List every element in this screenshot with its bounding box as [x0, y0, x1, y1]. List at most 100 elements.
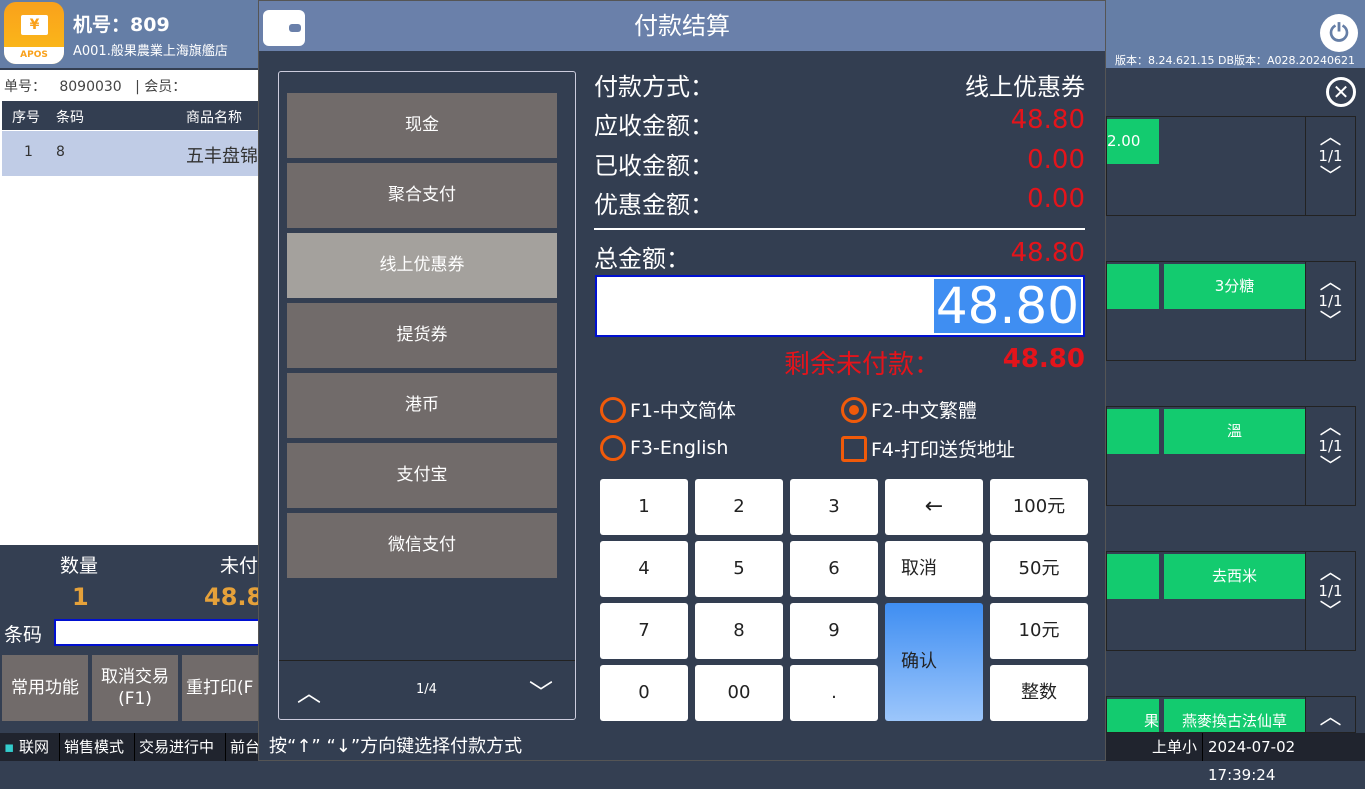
cancel-transaction-button[interactable]: 取消交易 (F1) — [92, 655, 178, 721]
barcode-input[interactable] — [54, 619, 264, 646]
option-f4-print-address[interactable]: F4-打印送货地址 — [841, 435, 1015, 462]
modifier-button[interactable]: 果 — [1107, 699, 1159, 732]
key-8[interactable]: 8 — [695, 603, 783, 659]
modifier-group: 溫 ︿ 1/1 ﹀ — [1106, 406, 1356, 506]
key-4[interactable]: 4 — [600, 541, 688, 597]
discount-label: 优惠金额： — [594, 191, 714, 219]
modifier-button[interactable]: 3分糖 — [1164, 264, 1305, 309]
key-1[interactable]: 1 — [600, 479, 688, 535]
datetime: 2024-07-02 17:39:24 — [1208, 738, 1296, 784]
method-value: 线上优惠券 — [965, 73, 1085, 101]
method-aggregate[interactable]: 聚合支付 — [287, 163, 557, 228]
total-label: 总金额： — [594, 245, 690, 273]
common-functions-button[interactable]: 常用功能 — [2, 655, 88, 721]
page-indicator: 1/1 — [1318, 147, 1343, 165]
group-pager: ︿ 1/1 ﹀ — [1305, 552, 1355, 650]
modifier-button[interactable] — [1107, 264, 1159, 309]
reprint-button[interactable]: 重打印(F — [182, 655, 268, 721]
received-label: 已收金额： — [594, 152, 714, 180]
close-icon[interactable]: ✕ — [1326, 77, 1356, 107]
chevron-down-icon[interactable]: ﹀ — [529, 673, 553, 708]
method-alipay[interactable]: 支付宝 — [287, 443, 557, 508]
key-5[interactable]: 5 — [695, 541, 783, 597]
cell-name: 五丰盘锦 — [186, 146, 258, 167]
key-0[interactable]: 0 — [600, 665, 688, 721]
option-f1-simplified[interactable]: F1-中文简体 — [600, 396, 736, 423]
modifier-group: 2.00 ︿ 1/1 ﹀ — [1106, 116, 1356, 216]
table-row[interactable]: 1 8 五丰盘锦 — [2, 131, 258, 176]
modifier-button[interactable]: 溫 — [1164, 409, 1305, 454]
key-50[interactable]: 50元 — [990, 541, 1088, 597]
order-label: 单号： — [4, 79, 46, 95]
power-icon[interactable]: ⏻ — [1320, 14, 1358, 52]
chevron-up-icon[interactable]: ︿ — [1306, 697, 1355, 730]
key-10[interactable]: 10元 — [990, 603, 1088, 659]
radio-checked-icon — [841, 396, 867, 423]
method-cash[interactable]: 现金 — [287, 93, 557, 158]
key-100[interactable]: 100元 — [990, 479, 1088, 535]
remaining-label: 剩余未付款： — [784, 350, 941, 380]
terminal-number: 机号：809 — [73, 14, 170, 36]
modifier-button[interactable] — [1107, 409, 1159, 454]
modifier-button[interactable] — [1107, 554, 1159, 599]
chevron-up-icon[interactable]: ︿ — [1306, 262, 1355, 295]
method-label: 付款方式： — [594, 73, 714, 101]
yen-icon: ¥ — [21, 15, 48, 35]
unpaid-label: 未付 — [220, 555, 259, 577]
cell-barcode: 8 — [56, 144, 65, 160]
group-pager: ︿ — [1305, 697, 1355, 732]
qty-label: 数量 — [60, 555, 99, 577]
chevron-up-icon[interactable]: ︿ — [1306, 407, 1355, 440]
modifier-group: 3分糖 ︿ 1/1 ﹀ — [1106, 261, 1356, 361]
amount-input[interactable]: 48.80 — [595, 275, 1085, 337]
key-7[interactable]: 7 — [600, 603, 688, 659]
apos-logo: ¥ APOS — [4, 2, 64, 64]
barcode-label: 条码 — [4, 624, 43, 646]
member-label: | 会员： — [135, 79, 187, 95]
key-6[interactable]: 6 — [790, 541, 878, 597]
option-f3-english[interactable]: F3-English — [600, 435, 728, 461]
chevron-up-icon[interactable]: ︿ — [1306, 552, 1355, 585]
key-dot[interactable]: . — [790, 665, 878, 721]
chevron-down-icon[interactable]: ﹀ — [1306, 600, 1355, 630]
divider — [594, 228, 1085, 230]
page-indicator: 1/1 — [1318, 582, 1343, 600]
method-voucher[interactable]: 提货券 — [287, 303, 557, 368]
chevron-up-icon[interactable]: ︿ — [297, 673, 321, 708]
confirm-button[interactable]: 确认 — [885, 603, 983, 721]
page-indicator: 1/1 — [1318, 292, 1343, 310]
option-label: F2-中文繁體 — [871, 400, 977, 422]
option-label: F4-打印送货地址 — [871, 439, 1015, 461]
table-header: 序号 条码 商品名称 — [2, 101, 258, 130]
method-wechat[interactable]: 微信支付 — [287, 513, 557, 578]
key-00[interactable]: 00 — [695, 665, 783, 721]
modifier-button[interactable]: 去西米 — [1164, 554, 1305, 599]
chevron-down-icon[interactable]: ﹀ — [1306, 310, 1355, 340]
option-f2-traditional[interactable]: F2-中文繁體 — [841, 396, 977, 423]
qty-value: 1 — [72, 583, 89, 611]
store-name: A001.般果農業上海旗艦店 — [73, 44, 228, 59]
col-seq: 序号 — [12, 110, 40, 126]
chevron-up-icon[interactable]: ︿ — [1306, 117, 1355, 150]
method-hkd[interactable]: 港币 — [287, 373, 557, 438]
keyboard-hint: 按“↑” “↓”方向键选择付款方式 — [269, 736, 523, 757]
key-3[interactable]: 3 — [790, 479, 878, 535]
transaction-status: 交易进行中 — [135, 733, 226, 761]
received-value: 0.00 — [1027, 145, 1085, 175]
key-round[interactable]: 整数 — [990, 665, 1088, 721]
wallet-icon — [263, 10, 305, 46]
chevron-down-icon[interactable]: ﹀ — [1306, 165, 1355, 195]
modifier-button[interactable]: 燕麥換古法仙草 — [1164, 699, 1305, 732]
radio-icon — [600, 435, 626, 461]
modifier-button[interactable]: 2.00 — [1107, 119, 1159, 164]
method-online-coupon[interactable]: 线上优惠券 — [287, 233, 557, 298]
option-label: F3-English — [630, 437, 729, 459]
key-backspace[interactable]: ← — [885, 479, 983, 535]
radio-icon — [600, 396, 626, 423]
group-pager: ︿ 1/1 ﹀ — [1305, 407, 1355, 505]
col-name: 商品名称 — [186, 110, 242, 126]
chevron-down-icon[interactable]: ﹀ — [1306, 455, 1355, 485]
key-2[interactable]: 2 — [695, 479, 783, 535]
key-9[interactable]: 9 — [790, 603, 878, 659]
key-cancel[interactable]: 取消 — [885, 541, 983, 597]
